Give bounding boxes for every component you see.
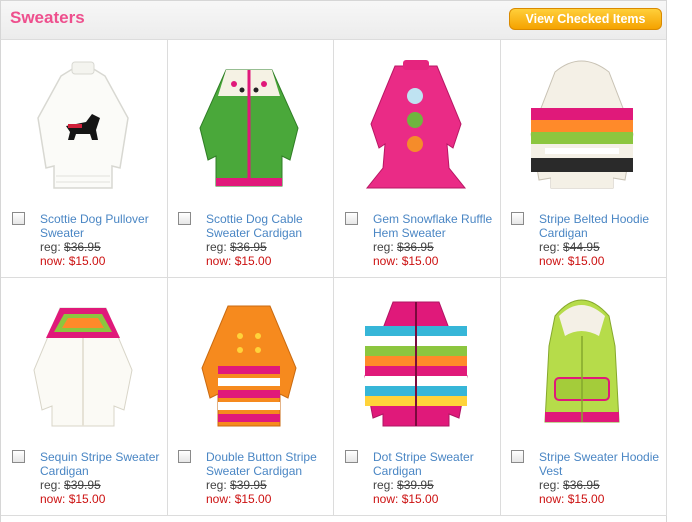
product-name-link[interactable]: Stripe Sweater Hoodie Vest [539,450,664,478]
product-card: Stripe Sweater Hoodie Vest reg: $36.95 n… [500,278,667,516]
regular-price: reg: $36.95 [373,240,498,254]
sale-price: now: $15.00 [40,492,165,506]
reg-label: reg: [206,240,227,254]
now-label: now: [373,492,399,506]
now-price-value: $15.00 [567,254,605,268]
reg-label: reg: [40,478,61,492]
product-image-white-sequin-cardigan[interactable] [16,286,150,438]
product-card: Double Button Stripe Sweater Cardigan re… [167,278,334,516]
product-info: Dot Stripe Sweater Cardigan reg: $39.95 … [373,450,498,506]
product-info: Stripe Sweater Hoodie Vest reg: $36.95 n… [539,450,664,506]
category-header: Sweaters View Checked Items [0,0,667,40]
reg-label: reg: [40,240,61,254]
regular-price: reg: $36.95 [539,478,664,492]
now-label: now: [40,254,66,268]
product-image-orange-cardigan[interactable] [182,286,316,438]
product-name-link[interactable]: Sequin Stripe Sweater Cardigan [40,450,165,478]
product-checkbox[interactable] [345,212,358,225]
product-image-dot-stripe-cardigan[interactable] [349,286,483,438]
product-info: Scottie Dog Cable Sweater Cardigan reg: … [206,212,331,268]
product-card: Stripe Belted Hoodie Cardigan reg: $44.9… [500,40,667,278]
now-price-value: $15.00 [68,492,106,506]
reg-price-value: $39.95 [230,478,267,492]
product-info: Stripe Belted Hoodie Cardigan reg: $44.9… [539,212,664,268]
reg-price-value: $44.95 [563,240,600,254]
view-checked-items-button[interactable]: View Checked Items [509,8,662,30]
now-label: now: [539,492,565,506]
reg-label: reg: [539,478,560,492]
product-info: Gem Snowflake Ruffle Hem Sweater reg: $3… [373,212,498,268]
now-label: now: [373,254,399,268]
product-checkbox[interactable] [12,450,25,463]
regular-price: reg: $44.95 [539,240,664,254]
regular-price: reg: $36.95 [206,240,331,254]
product-image-white-pullover[interactable] [16,48,150,200]
product-checkbox[interactable] [178,212,191,225]
now-label: now: [539,254,565,268]
now-price-value: $15.00 [234,492,272,506]
product-card: Dot Stripe Sweater Cardigan reg: $39.95 … [334,278,501,516]
now-label: now: [206,254,232,268]
now-label: now: [206,492,232,506]
product-name-link[interactable]: Gem Snowflake Ruffle Hem Sweater [373,212,498,240]
product-image-striped-hoodie[interactable] [515,48,649,200]
product-card: Gem Snowflake Ruffle Hem Sweater reg: $3… [334,40,501,278]
now-price-value: $15.00 [401,254,439,268]
product-name-link[interactable]: Dot Stripe Sweater Cardigan [373,450,498,478]
product-checkbox[interactable] [511,450,524,463]
category-title: Sweaters [10,8,85,27]
reg-label: reg: [373,240,394,254]
product-info: Double Button Stripe Sweater Cardigan re… [206,450,331,506]
product-checkbox[interactable] [178,450,191,463]
now-price-value: $15.00 [234,254,272,268]
sale-price: now: $15.00 [373,254,498,268]
regular-price: reg: $39.95 [40,478,165,492]
now-price-value: $15.00 [567,492,605,506]
sale-price: now: $15.00 [206,492,331,506]
reg-label: reg: [373,478,394,492]
reg-label: reg: [206,478,227,492]
reg-price-value: $36.95 [563,478,600,492]
product-name-link[interactable]: Double Button Stripe Sweater Cardigan [206,450,331,478]
product-name-link[interactable]: Scottie Dog Cable Sweater Cardigan [206,212,331,240]
now-price-value: $15.00 [401,492,439,506]
product-name-link[interactable]: Scottie Dog Pullover Sweater [40,212,165,240]
product-info: Sequin Stripe Sweater Cardigan reg: $39.… [40,450,165,506]
sale-price: now: $15.00 [206,254,331,268]
product-image-green-cardigan[interactable] [182,48,316,200]
reg-price-value: $36.95 [230,240,267,254]
product-checkbox[interactable] [12,212,25,225]
product-grid: Scottie Dog Pullover Sweater reg: $36.95… [0,40,667,522]
product-card: Sequin Stripe Sweater Cardigan reg: $39.… [1,278,168,516]
now-price-value: $15.00 [68,254,106,268]
sale-price: now: $15.00 [40,254,165,268]
sale-price: now: $15.00 [539,254,664,268]
reg-price-value: $36.95 [397,240,434,254]
product-checkbox[interactable] [511,212,524,225]
reg-price-value: $39.95 [397,478,434,492]
product-card: Scottie Dog Cable Sweater Cardigan reg: … [167,40,334,278]
now-label: now: [40,492,66,506]
reg-label: reg: [539,240,560,254]
product-name-link[interactable]: Stripe Belted Hoodie Cardigan [539,212,664,240]
product-image-pink-snowflake[interactable] [349,48,483,200]
product-checkbox[interactable] [345,450,358,463]
regular-price: reg: $39.95 [373,478,498,492]
sale-price: now: $15.00 [373,492,498,506]
product-card: Scottie Dog Pullover Sweater reg: $36.95… [1,40,168,278]
product-info: Scottie Dog Pullover Sweater reg: $36.95… [40,212,165,268]
reg-price-value: $36.95 [64,240,101,254]
product-image-lime-hoodie-vest[interactable] [515,286,649,438]
regular-price: reg: $36.95 [40,240,165,254]
sale-price: now: $15.00 [539,492,664,506]
regular-price: reg: $39.95 [206,478,331,492]
reg-price-value: $39.95 [64,478,101,492]
